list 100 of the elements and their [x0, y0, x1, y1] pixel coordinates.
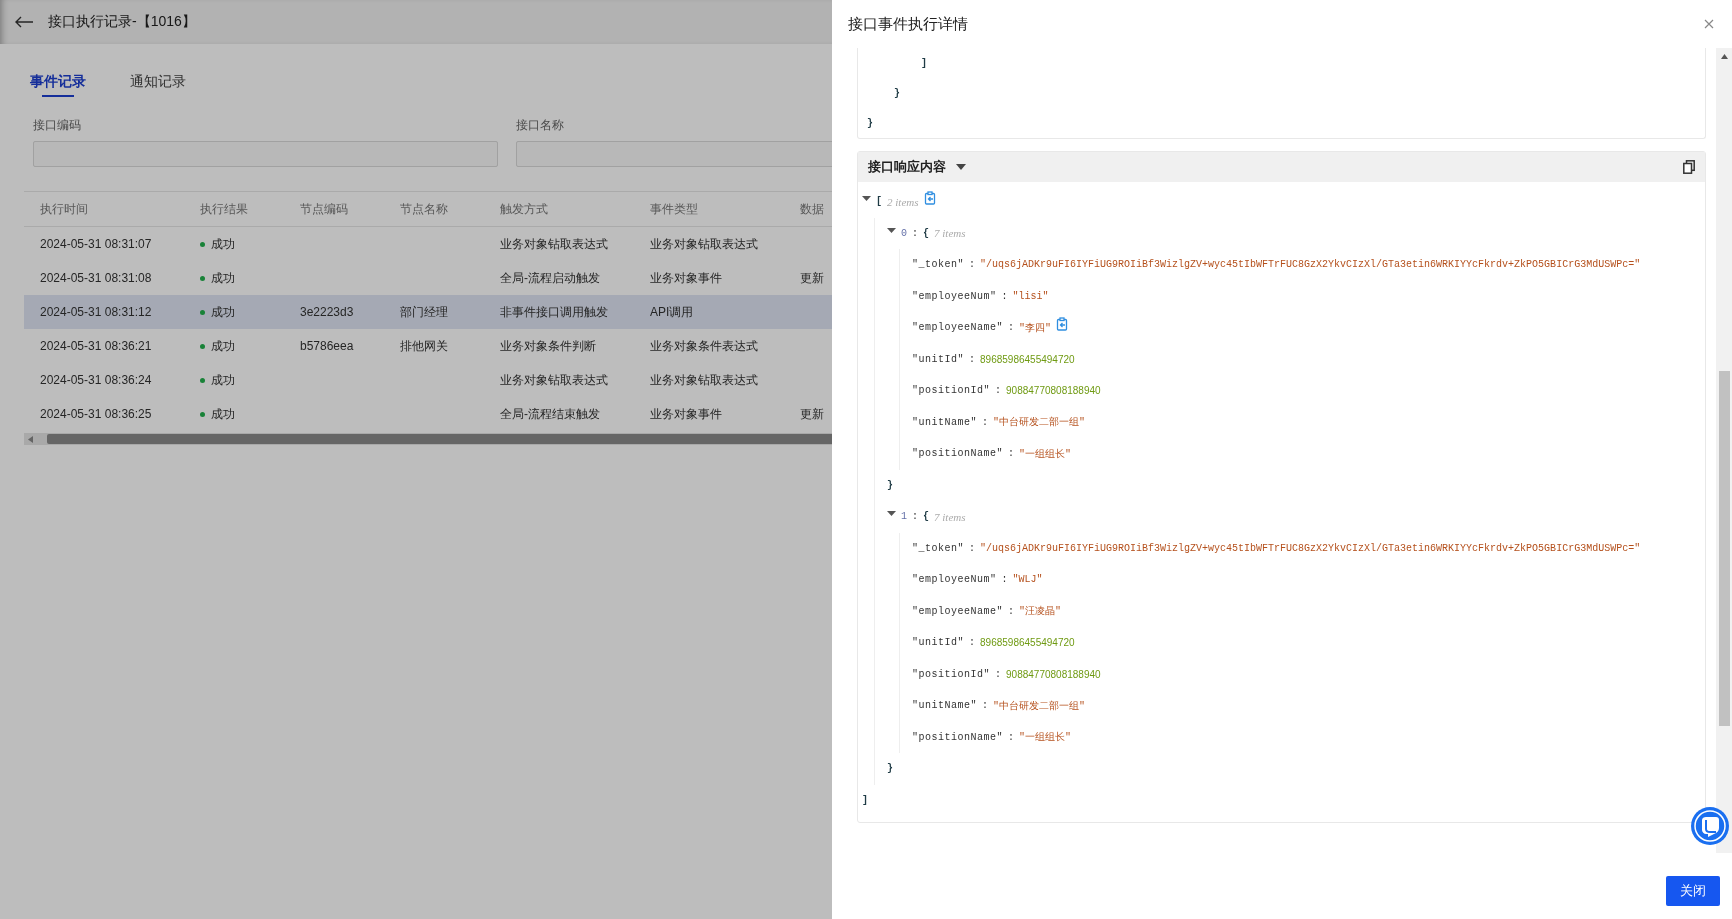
table-cell: 非事件接口调用触发 [500, 304, 608, 319]
table-row[interactable]: 2024-05-31 08:31:12 成功 3e2223d3 部门经理 非事件接口调用触发 API调用 [24, 295, 832, 329]
tab[interactable]: 通知记录 [124, 72, 192, 97]
table-cell: 业务对象钻取表达式 [650, 372, 758, 387]
caret-icon[interactable] [887, 225, 896, 235]
table-cell: 成功 [211, 337, 235, 355]
json-value: 89685986455494720 [980, 637, 1075, 649]
table-cell: API调用 [650, 304, 694, 319]
caret-icon[interactable] [887, 509, 896, 519]
json-key: "employeeName" [912, 605, 1003, 617]
json-key: "positionId" [912, 385, 990, 397]
table-row[interactable]: 2024-05-31 08:36:25 成功 全局-流程结束触发 业务对象事件 更新 [24, 397, 832, 431]
json-key: "positionId" [912, 668, 990, 680]
table-cell: 全局-流程结束触发 [500, 406, 600, 421]
scroll-arrow-icon[interactable] [1720, 54, 1728, 59]
json-value: "中台研发二部一组" [993, 415, 1086, 430]
copy-icon[interactable] [1683, 160, 1695, 174]
close-button[interactable]: 关闭 [1666, 876, 1720, 906]
column-header: 数据 [799, 200, 825, 218]
json-key: "employeeNum" [912, 574, 997, 586]
table-row[interactable]: 2024-05-31 08:31:07 成功 业务对象钻取表达式 业务对象钻取表达式 [24, 227, 832, 261]
json-bracket: { [923, 227, 930, 239]
json-colon: : [912, 227, 919, 239]
close-icon[interactable] [1702, 17, 1716, 31]
json-bracket: ] [862, 794, 868, 806]
table-cell: 部门经理 [400, 304, 448, 319]
back-arrow-icon[interactable] [14, 16, 34, 28]
json-key: "_token" [912, 542, 964, 554]
json-bracket: [ [876, 196, 882, 208]
table-cell: 全局-流程启动触发 [500, 270, 600, 285]
json-colon: : [969, 542, 976, 554]
json-value: "汪凌晶" [1019, 605, 1062, 619]
input-field[interactable] [33, 141, 498, 167]
json-colon: : [1008, 322, 1015, 334]
column-header: 执行结果 [199, 200, 249, 218]
table-cell: 2024-05-31 08:31:07 [40, 237, 152, 251]
drawer-title: 接口事件执行详情 [848, 14, 968, 34]
table-cell: 业务对象钻取表达式 [500, 236, 608, 251]
tab[interactable]: 事件记录 [24, 72, 92, 97]
json-key: "employeeName" [912, 322, 1003, 334]
json-bracket: { [923, 511, 930, 523]
table-cell: 2024-05-31 08:36:25 [40, 407, 152, 421]
json-colon: : [1008, 731, 1015, 743]
json-colon: : [969, 259, 976, 271]
json-bracket: } [887, 479, 893, 491]
json-value: "lisi" [1012, 290, 1049, 302]
dropdown-caret-icon[interactable] [956, 164, 966, 170]
field-label: 接口名称 [516, 117, 565, 134]
table-cell: 成功 [211, 303, 235, 321]
json-colon: : [995, 668, 1002, 680]
json-index: 1 [901, 511, 907, 523]
json-key: "unitName" [912, 700, 977, 712]
item-count: 7 items [934, 510, 966, 523]
json-key: "unitName" [912, 416, 977, 428]
scrollbar[interactable] [24, 433, 832, 445]
table-cell: 业务对象条件表达式 [650, 338, 758, 353]
table-cell: 排他网关 [400, 338, 448, 353]
json-colon: : [982, 700, 989, 712]
table-cell: 更新 [800, 270, 824, 285]
column-header: 事件类型 [649, 200, 699, 218]
json-key: "unitId" [912, 637, 964, 649]
json-value: 90884770808188940 [1006, 668, 1101, 680]
clipboard-icon[interactable] [1056, 316, 1070, 331]
table-cell: 业务对象钻取表达式 [500, 372, 608, 387]
table-row[interactable]: 2024-05-31 08:31:08 成功 全局-流程启动触发 业务对象事件 更新 [24, 261, 832, 295]
scrollbar[interactable] [1716, 48, 1732, 853]
column-header: 节点编码 [299, 200, 349, 218]
json-colon: : [1008, 448, 1015, 460]
table-cell: 成功 [211, 235, 235, 253]
json-value: 89685986455494720 [980, 353, 1075, 365]
caret-icon[interactable] [862, 194, 871, 204]
table-cell: 业务对象事件 [650, 406, 722, 421]
clipboard-icon[interactable] [923, 190, 937, 205]
column-header: 节点名称 [399, 200, 449, 218]
json-colon: : [1001, 574, 1008, 586]
chat-icon[interactable] [1690, 806, 1730, 846]
json-bracket: ] [921, 57, 927, 69]
json-value: "一组组长" [1019, 730, 1072, 745]
table-cell: 更新 [800, 406, 824, 421]
table-cell: 2024-05-31 08:31:08 [40, 271, 152, 285]
table-cell: b5786eea [300, 339, 354, 353]
json-key: "_token" [912, 259, 964, 271]
json-index: 0 [901, 227, 907, 239]
table-cell: 2024-05-31 08:31:12 [40, 305, 152, 319]
json-value: "/uqs6jADKr9uFI6IYFiUG9ROIiBf3WizlgZV+wyc45tIbWFTrFUC8GzX2YkvCIzXl/GTa3etin6WRKIYYcFkrdv+ZkPO5GBICrG3MdUSWPc=" [980, 259, 1641, 271]
json-key: "employeeNum" [912, 290, 997, 302]
json-colon: : [1001, 290, 1008, 302]
json-key: "positionName" [912, 448, 1003, 460]
table-cell: 2024-05-31 08:36:24 [40, 373, 152, 387]
table-cell: 业务对象钻取表达式 [650, 236, 758, 251]
json-colon: : [969, 353, 976, 365]
page-title: 接口执行记录-【1016】 [48, 13, 196, 31]
json-colon: : [1008, 605, 1015, 617]
table-row[interactable]: 2024-05-31 08:36:21 成功 b5786eea 排他网关 业务对象条件判断 业务对象条件表达式 [24, 329, 832, 363]
column-header: 执行时间 [39, 200, 89, 218]
item-count: 2 items [887, 195, 919, 208]
section-title: 接口响应内容 [868, 158, 946, 176]
table-row[interactable]: 2024-05-31 08:36:24 成功 业务对象钻取表达式 业务对象钻取表达式 [24, 363, 832, 397]
json-value: "一组组长" [1019, 447, 1072, 461]
json-value: "WLJ" [1012, 574, 1043, 586]
